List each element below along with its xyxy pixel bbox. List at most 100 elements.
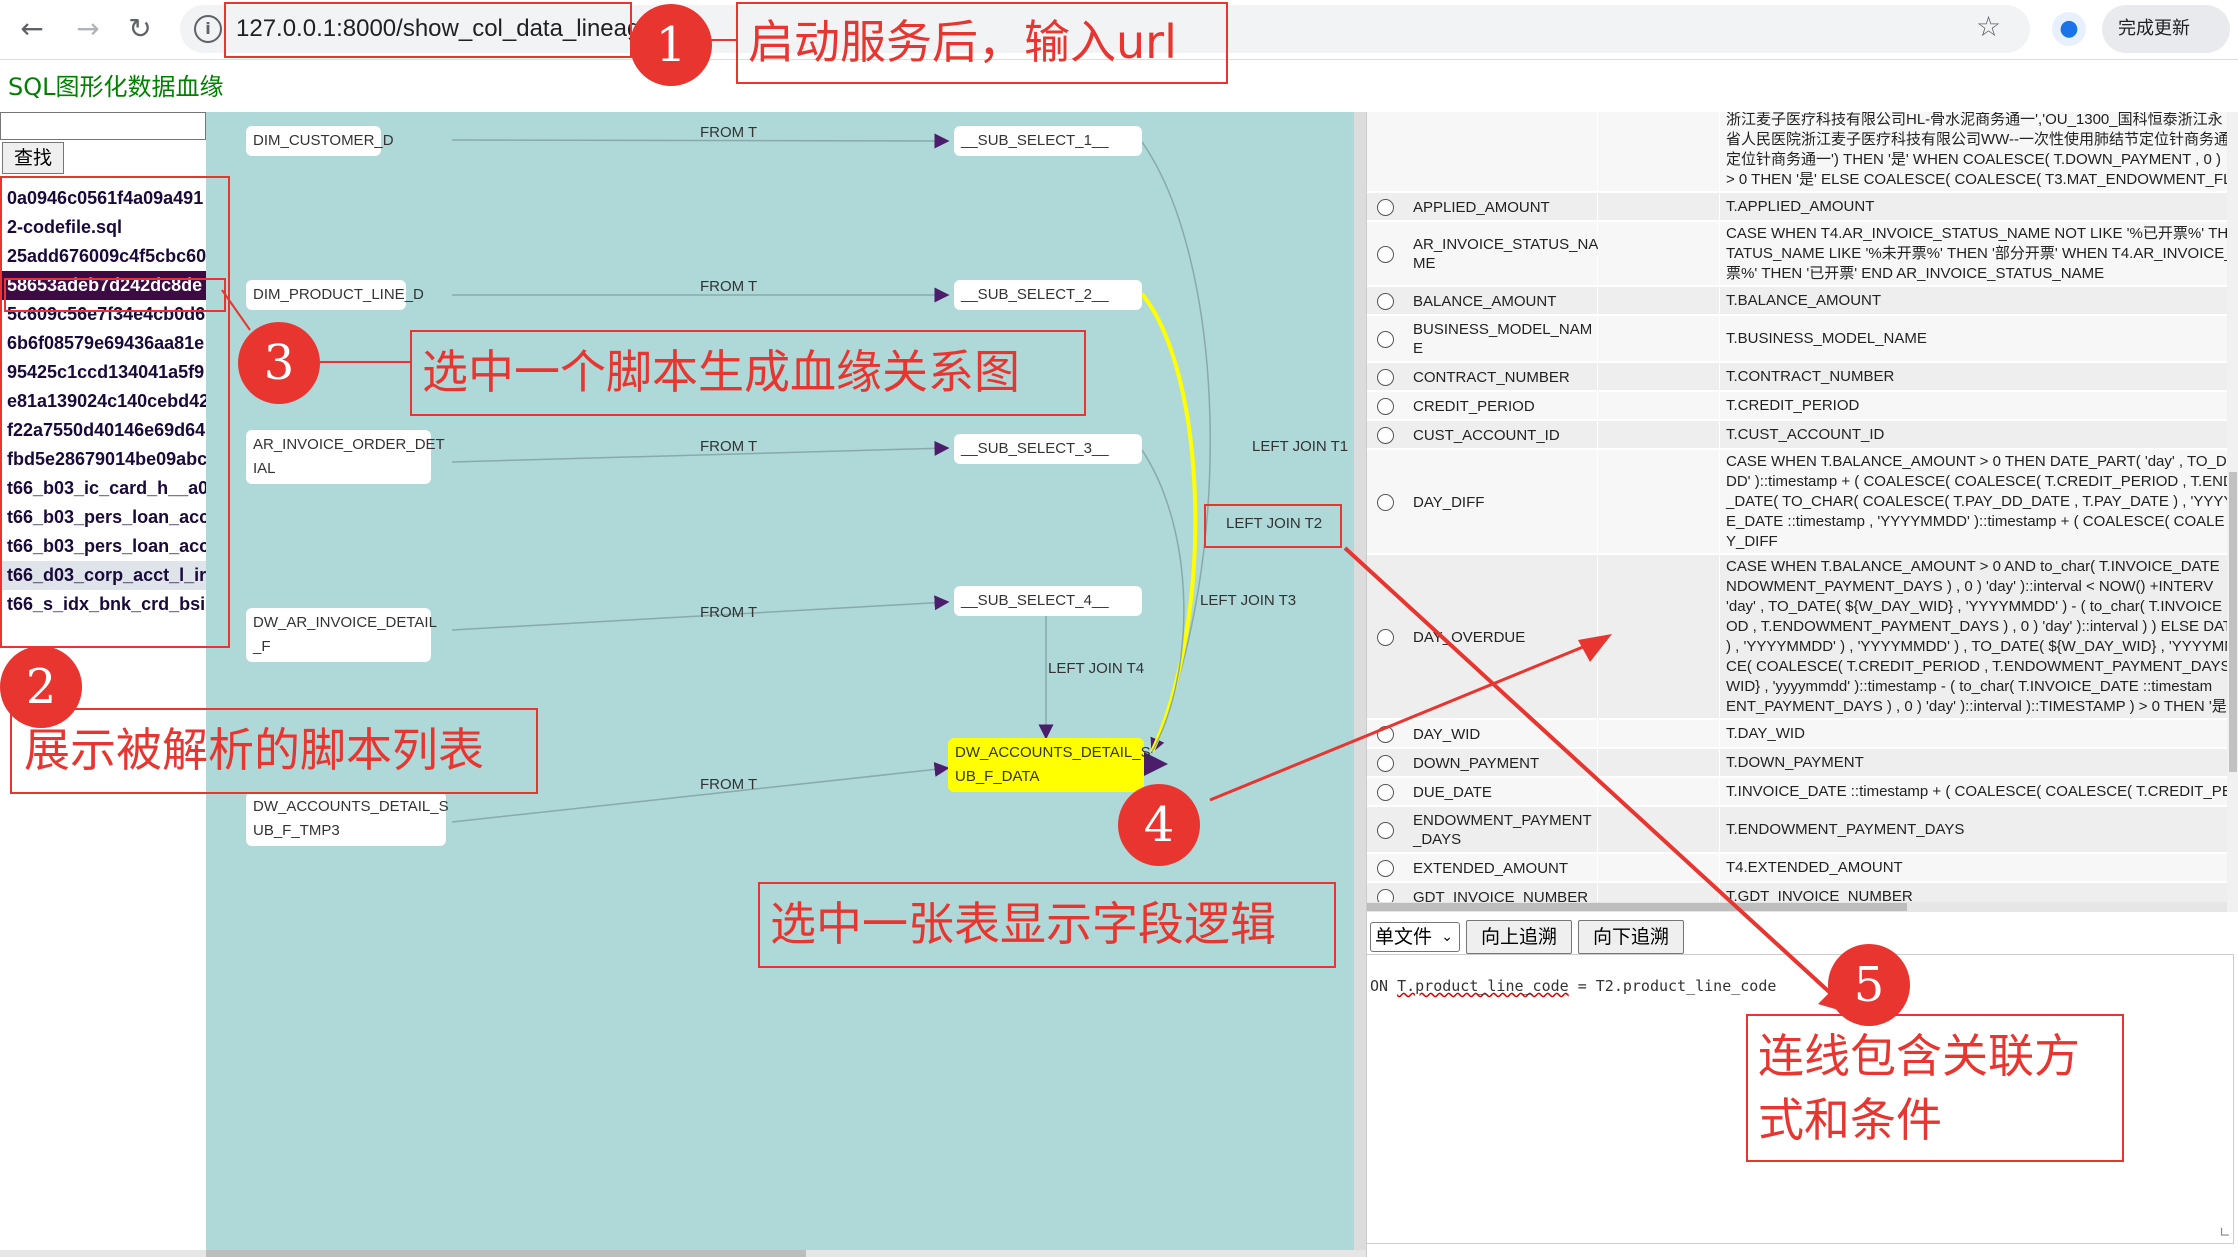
field-radio[interactable] (1377, 859, 1394, 877)
field-logic: CASE WHEN T.BALANCE_AMOUNT > 0 THEN DATE… (1720, 450, 2227, 553)
field-radio[interactable] (1377, 245, 1394, 263)
edge-label[interactable]: FROM T (700, 776, 757, 793)
field-radio[interactable] (1377, 426, 1394, 444)
graph-node-selected[interactable]: DW_ACCOUNTS_DETAIL_S UB_F_DATA (948, 738, 1151, 792)
profile-avatar-icon[interactable]: ● (2052, 12, 2086, 46)
field-radio[interactable] (1377, 821, 1394, 839)
trace-up-button[interactable]: 向上追溯 (1466, 920, 1572, 954)
field-radio[interactable] (1377, 198, 1394, 216)
back-arrow-icon[interactable]: ← (12, 9, 52, 49)
lineage-graph-canvas[interactable]: DIM_CUSTOMER_D DIM_PRODUCT_LINE_D AR_INV… (206, 112, 1354, 1250)
resize-grip-icon[interactable]: ∟ (2219, 1225, 2231, 1241)
field-radio[interactable] (1377, 628, 1394, 646)
edge-label[interactable]: LEFT JOIN T3 (1200, 592, 1296, 609)
search-button[interactable]: 查找 (2, 142, 64, 174)
radio-cell (1367, 287, 1411, 314)
bookmark-star-icon[interactable]: ☆ (1976, 10, 2001, 43)
sql-right-column: = T2.product_line_code (1568, 977, 1777, 995)
table-row[interactable]: BUSINESS_MODEL_NAM E T.BUSINESS_MODEL_NAM… (1367, 316, 2227, 362)
empty-cell (1598, 778, 1719, 805)
radio-cell (1367, 316, 1411, 361)
graph-node[interactable]: DIM_CUSTOMER_D (246, 126, 394, 156)
edge-label[interactable]: LEFT JOIN T4 (1048, 660, 1144, 677)
table-row[interactable]: CUST_ACCOUNT_ID T.CUST_ACCOUNT_ID (1367, 421, 2227, 449)
radio-cell (1367, 778, 1411, 805)
edge-label[interactable]: LEFT JOIN T1 (1252, 438, 1348, 455)
field-name: CONTRACT_NUMBER (1411, 363, 1597, 390)
empty-cell (1598, 316, 1719, 361)
empty-cell (1598, 450, 1719, 553)
table-row[interactable]: BALANCE_AMOUNT T.BALANCE_AMOUNT (1367, 287, 2227, 315)
graph-node[interactable]: __SUB_SELECT_2__ (954, 280, 1142, 310)
canvas-horizontal-scrollbar-thumb[interactable] (206, 1250, 806, 1257)
field-name: EXTENDED_AMOUNT (1411, 854, 1597, 881)
table-row[interactable]: CREDIT_PERIOD T.CREDIT_PERIOD (1367, 392, 2227, 420)
radio-cell (1367, 222, 1411, 285)
sql-condition-text: ON T.product_line_code = T2.product_line… (1370, 977, 1776, 995)
table-row[interactable]: 浙江麦子医疗科技有限公司HL-骨水泥商务通一','OU_1300_国科恒泰浙江永… (1367, 112, 2227, 192)
update-button[interactable]: 完成更新 (2102, 5, 2230, 53)
field-logic: T.DAY_WID (1720, 720, 2227, 747)
sql-prefix: ON (1370, 977, 1398, 995)
field-radio[interactable] (1377, 754, 1394, 772)
field-logic: T4.EXTENDED_AMOUNT (1720, 854, 2227, 881)
table-row[interactable]: AR_INVOICE_STATUS_NA ME CASE WHEN T4.AR_I… (1367, 222, 2227, 286)
mode-select[interactable]: 单文件 ⌄ (1370, 922, 1460, 952)
field-radio[interactable] (1377, 397, 1394, 415)
field-radio[interactable] (1377, 725, 1394, 743)
table-row[interactable]: DAY_OVERDUE CASE WHEN T.BALANCE_AMOUNT > … (1367, 555, 2227, 719)
empty-cell (1598, 193, 1719, 220)
table-row[interactable]: CONTRACT_NUMBER T.CONTRACT_NUMBER (1367, 363, 2227, 391)
field-radio[interactable] (1377, 493, 1394, 511)
field-radio[interactable] (1377, 368, 1394, 386)
search-input[interactable] (0, 112, 206, 140)
chevron-down-icon: ⌄ (1441, 929, 1453, 945)
field-name: APPLIED_AMOUNT (1411, 193, 1597, 220)
graph-node[interactable]: __SUB_SELECT_1__ (954, 126, 1142, 156)
table-row[interactable]: EXTENDED_AMOUNT T4.EXTENDED_AMOUNT (1367, 854, 2227, 882)
field-radio[interactable] (1377, 783, 1394, 801)
field-name: CUST_ACCOUNT_ID (1411, 421, 1597, 448)
table-row[interactable]: ENDOWMENT_PAYMENT _DAYS T.ENDOWMENT_PAYME… (1367, 807, 2227, 853)
site-info-icon[interactable]: i (194, 15, 222, 43)
field-name: DOWN_PAYMENT (1411, 749, 1597, 776)
edge-label[interactable]: FROM T (700, 124, 757, 141)
field-radio[interactable] (1377, 292, 1394, 310)
radio-cell (1367, 421, 1411, 448)
canvas-vertical-scrollbar[interactable] (1354, 112, 1366, 1250)
graph-node[interactable]: __SUB_SELECT_3__ (954, 434, 1142, 464)
field-radio[interactable] (1377, 330, 1394, 348)
field-logic: T.BALANCE_AMOUNT (1720, 287, 2227, 314)
edge-label[interactable]: FROM T (700, 604, 757, 621)
field-logic: T.INVOICE_DATE ::timestamp + ( COALESCE(… (1720, 778, 2227, 805)
annotation-text: 选中一张表显示字段逻辑 (770, 897, 1276, 951)
graph-node[interactable]: DW_ACCOUNTS_DETAIL_S UB_F_TMP3 (246, 792, 449, 846)
field-logic: T.ENDOWMENT_PAYMENT_DAYS (1720, 807, 2227, 852)
trace-down-button[interactable]: 向下追溯 (1578, 920, 1684, 954)
forward-arrow-icon[interactable]: → (68, 9, 108, 49)
annotation-edge-highlight (1204, 504, 1342, 548)
table-row[interactable]: DAY_WID T.DAY_WID (1367, 720, 2227, 748)
empty-cell (1598, 421, 1719, 448)
graph-node[interactable]: DIM_PRODUCT_LINE_D (246, 280, 424, 310)
field-table-scrollbar-thumb[interactable] (2229, 472, 2237, 772)
field-logic: CASE WHEN T.BALANCE_AMOUNT > 0 AND to_ch… (1720, 555, 2227, 718)
field-table-horizontal-thumb[interactable] (1367, 903, 1907, 911)
empty-cell (1598, 555, 1719, 718)
edge-line-highlight (1140, 292, 1198, 753)
radio-cell (1367, 749, 1411, 776)
radio-cell (1367, 720, 1411, 747)
annotation-number: 4 (1118, 784, 1200, 866)
graph-node[interactable]: __SUB_SELECT_4__ (954, 586, 1142, 616)
empty-cell (1598, 720, 1719, 747)
table-row[interactable]: DAY_DIFF CASE WHEN T.BALANCE_AMOUNT > 0 T… (1367, 450, 2227, 554)
graph-node[interactable]: AR_INVOICE_ORDER_DET IAL (246, 430, 445, 484)
reload-icon[interactable]: ↻ (120, 9, 160, 49)
table-row[interactable]: APPLIED_AMOUNT T.APPLIED_AMOUNT (1367, 193, 2227, 221)
edge-label[interactable]: FROM T (700, 438, 757, 455)
table-row[interactable]: DUE_DATE T.INVOICE_DATE ::timestamp + ( C… (1367, 778, 2227, 806)
table-row[interactable]: DOWN_PAYMENT T.DOWN_PAYMENT (1367, 749, 2227, 777)
radio-cell (1367, 193, 1411, 220)
graph-node[interactable]: DW_AR_INVOICE_DETAIL _F (246, 608, 437, 662)
edge-label[interactable]: FROM T (700, 278, 757, 295)
